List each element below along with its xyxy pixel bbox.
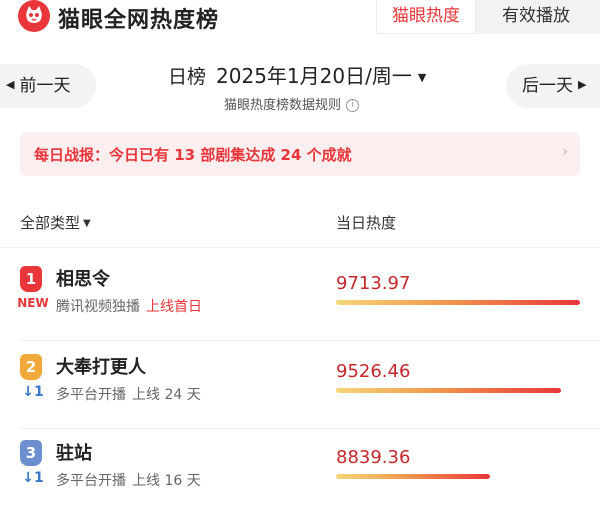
- next-day-label: 后一天: [522, 76, 573, 96]
- top-bar: 猫眼全网热度榜 猫眼热度 有效播放: [0, 0, 600, 38]
- heat-bar: [336, 474, 490, 479]
- list-header: 全部类型 ▼ 当日热度: [0, 196, 600, 248]
- heat-bar: [336, 300, 580, 305]
- online-days-label: 上线 16 天: [132, 473, 201, 489]
- rank-badge: 1: [20, 266, 42, 292]
- top-tabs: 猫眼热度 有效播放: [376, 0, 600, 34]
- date-navigation: ◀ 前一天 日榜 2025年1月20日/周一 ▼ 猫眼热度榜数据规则 i 后一天 ▶: [0, 58, 600, 118]
- divider: [20, 340, 600, 341]
- drama-title: 相思令: [56, 269, 110, 290]
- rules-link-label: 猫眼热度榜数据规则: [224, 98, 342, 113]
- online-days-label: 上线 24 天: [132, 387, 201, 403]
- rank-badge: 3: [20, 440, 42, 466]
- tab-maoyan-heat[interactable]: 猫眼热度: [376, 0, 476, 34]
- daily-report-text: 每日战报：今日已有 13 部剧集达成 24 个成就: [34, 146, 352, 164]
- type-filter-label: 全部类型: [20, 214, 81, 232]
- drama-meta: 多平台开播 上线 16 天: [56, 470, 201, 490]
- heat-bar: [336, 388, 561, 393]
- heat-value: 9713.97: [336, 273, 411, 294]
- heat-value: 8839.36: [336, 447, 411, 468]
- platform-label: 腾讯视频独播: [56, 299, 140, 315]
- platform-label: 多平台开播: [56, 387, 126, 403]
- type-filter-dropdown[interactable]: 全部类型 ▼: [20, 212, 91, 233]
- tab-effective-plays[interactable]: 有效播放: [480, 0, 592, 34]
- info-icon: i: [346, 99, 360, 112]
- heat-column-header: 当日热度: [336, 214, 397, 232]
- chevron-right-icon: ›: [562, 144, 568, 160]
- prev-day-button[interactable]: ◀ 前一天: [0, 64, 96, 108]
- heat-value: 9526.46: [336, 361, 411, 382]
- list-item[interactable]: 3 ↓1 驻站 多平台开播 上线 16 天 8839.36: [0, 428, 600, 514]
- platform-label: 多平台开播: [56, 473, 126, 489]
- caret-left-icon: ◀: [6, 77, 15, 91]
- rank-change-new-badge: NEW: [17, 296, 49, 310]
- drama-meta: 腾讯视频独播 上线首日: [56, 296, 202, 316]
- date-selector[interactable]: 日榜 2025年1月20日/周一 ▼: [168, 60, 426, 89]
- drama-title: 大奉打更人: [56, 357, 146, 378]
- rank-change-down-badge: ↓1: [22, 384, 44, 400]
- daily-report-banner[interactable]: 每日战报：今日已有 13 部剧集达成 24 个成就 ›: [20, 132, 580, 176]
- caret-down-icon: ▼: [83, 218, 91, 229]
- drama-title: 驻站: [56, 443, 92, 464]
- rank-badge: 2: [20, 354, 42, 380]
- online-days-label: 上线首日: [146, 299, 202, 315]
- caret-right-icon: ▶: [578, 77, 587, 91]
- rank-type-label: 日榜: [168, 66, 207, 88]
- maoyan-logo-icon: [18, 0, 50, 32]
- rules-link[interactable]: 猫眼热度榜数据规则 i: [224, 94, 360, 113]
- list-item[interactable]: 2 ↓1 大奉打更人 多平台开播 上线 24 天 9526.46: [0, 342, 600, 429]
- list-item[interactable]: 1 NEW 相思令 腾讯视频独播 上线首日 9713.97: [0, 254, 600, 341]
- rank-change-down-badge: ↓1: [22, 470, 44, 486]
- app-title: 猫眼全网热度榜: [58, 8, 220, 33]
- prev-day-label: 前一天: [19, 76, 71, 96]
- next-day-button[interactable]: 后一天 ▶: [506, 64, 600, 108]
- drama-meta: 多平台开播 上线 24 天: [56, 384, 201, 404]
- date-label: 2025年1月20日/周一: [216, 64, 412, 88]
- caret-down-icon: ▼: [417, 71, 427, 84]
